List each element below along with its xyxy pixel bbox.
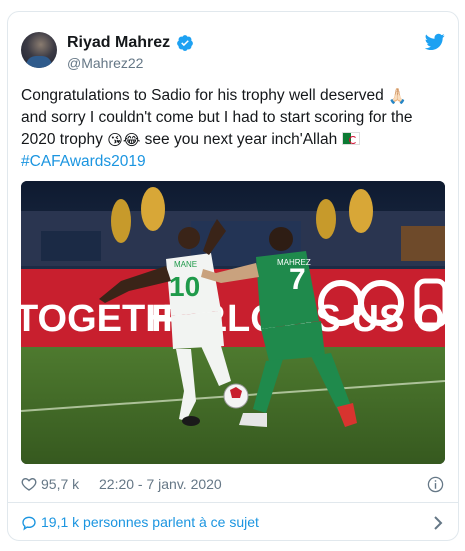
hashtag-link[interactable]: #CAFAwards2019 [21,153,146,170]
kiss-emoji: 😘 [107,132,123,149]
twitter-bird-icon[interactable] [425,33,445,51]
heart-icon[interactable] [21,476,37,492]
chevron-right-icon [434,516,443,530]
conversation-link[interactable]: 19,1 k personnes parlent à ce sujet [21,512,447,536]
verified-badge-icon [177,35,193,51]
joy-emoji: 😂 [122,132,141,149]
info-icon[interactable] [427,476,444,493]
tweet-meta-row: 95,7 k 22:20 - 7 janv. 2020 [21,474,447,494]
tweet-line-3a: 2020 trophy [21,131,103,148]
divider [8,502,458,503]
praying-hands-emoji: 🙏🏻 [388,88,407,105]
football [223,383,249,409]
football-photo: TOGETHER FOLLOWS US ON 10 MANE [21,181,445,464]
tweet-timestamp[interactable]: 22:20 - 7 janv. 2020 [99,476,222,492]
tweet-line-3b: see you next year inch'Allah [144,131,338,148]
tweet-text: Congratulations to Sadio for his trophy … [21,85,445,173]
conversation-label[interactable]: 19,1 k personnes parlent à ce sujet [41,514,259,530]
avatar[interactable] [21,32,57,68]
white-jersey-number: 10 [169,271,200,302]
like-count[interactable]: 95,7 k [41,476,79,492]
tweet-card: Riyad Mahrez @Mahrez22 Congratulations t… [7,11,459,541]
speech-bubble-icon [22,516,36,531]
green-jersey-number: 7 [289,263,306,296]
white-jersey-name: MANE [174,260,197,269]
author-handle[interactable]: @Mahrez22 [67,55,143,71]
tweet-line-1: Congratulations to Sadio for his trophy … [21,87,384,104]
author-name[interactable]: Riyad Mahrez [67,34,170,52]
tweet-line-2: and sorry I couldn't come but I had to s… [21,109,413,126]
algeria-flag-icon [341,132,360,145]
green-jersey-name: MAHREZ [277,258,311,267]
tweet-photo[interactable]: TOGETHER FOLLOWS US ON 10 MANE [21,181,445,464]
